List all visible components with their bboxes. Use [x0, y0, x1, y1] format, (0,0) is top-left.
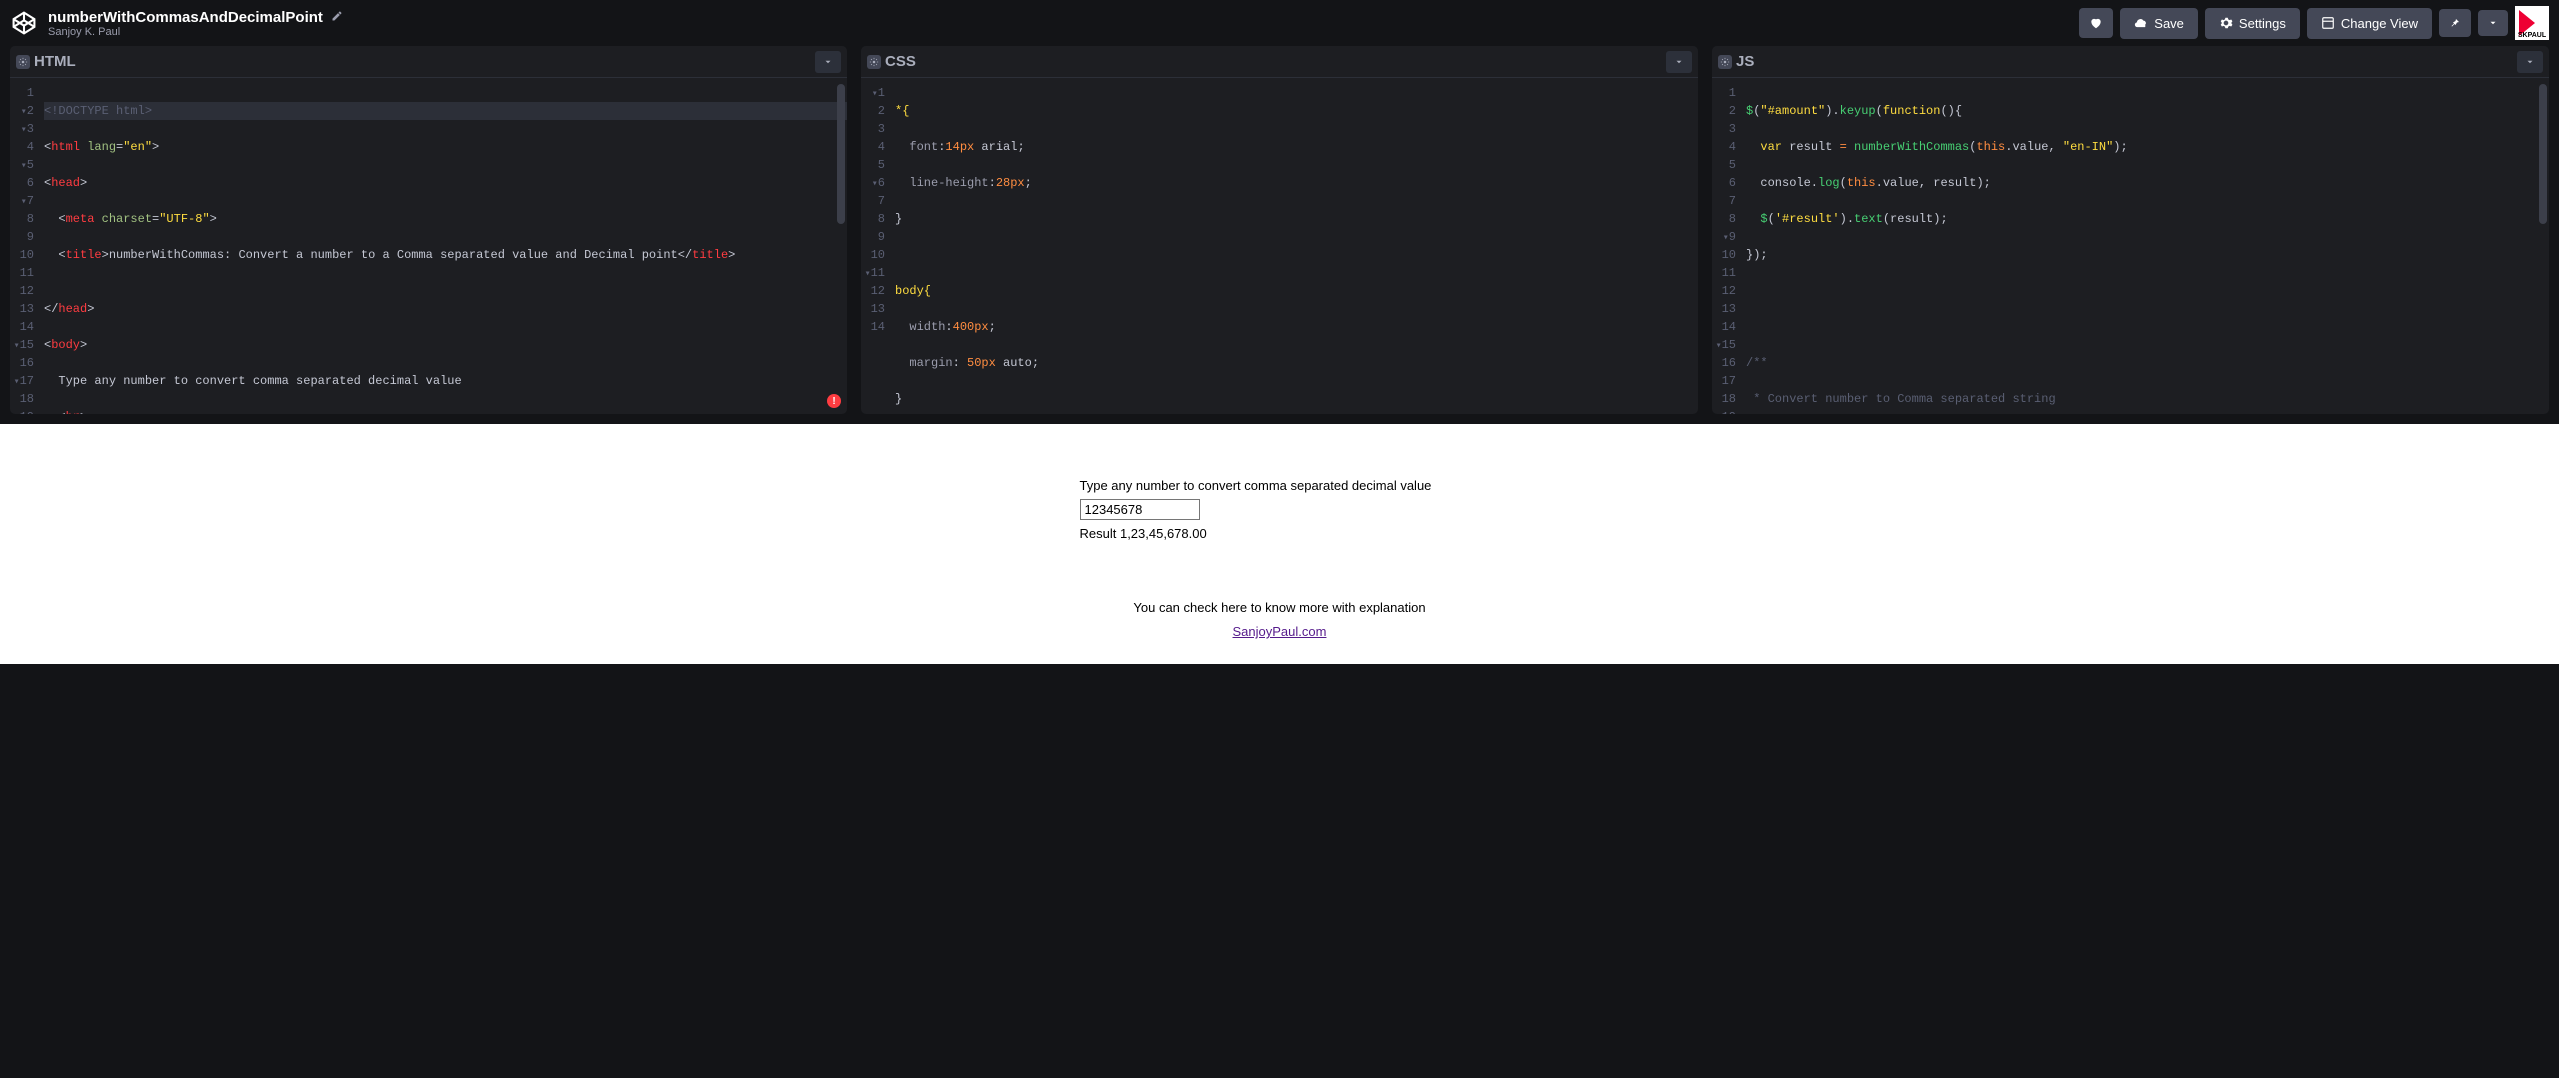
header-actions: Save Settings Change View SKPAUL	[2079, 6, 2549, 40]
editors-row: HTML 1▾2▾34▾56▾7891011121314▾1516▾171819…	[0, 46, 2559, 424]
html-editor[interactable]: 1▾2▾34▾56▾7891011121314▾1516▾17181920 <!…	[10, 78, 847, 414]
codepen-logo-icon[interactable]	[10, 9, 38, 37]
preview-footer: You can check here to know more with exp…	[1080, 596, 1480, 644]
html-panel-header: HTML	[10, 46, 847, 78]
scrollbar-thumb[interactable]	[837, 84, 845, 224]
error-badge-icon[interactable]: !	[827, 394, 841, 408]
pen-author[interactable]: Sanjoy K. Paul	[48, 26, 343, 38]
css-collapse-button[interactable]	[1666, 51, 1692, 73]
save-button[interactable]: Save	[2120, 8, 2198, 39]
css-panel-title: CSS	[885, 53, 916, 70]
result-label: Result	[1080, 526, 1120, 541]
css-gutter: ▾12345▾678910▾11121314	[861, 78, 893, 414]
user-avatar[interactable]: SKPAUL	[2515, 6, 2549, 40]
preview-pane: Type any number to convert comma separat…	[0, 424, 2559, 664]
html-panel-title: HTML	[34, 53, 76, 70]
scrollbar-thumb[interactable]	[2539, 84, 2547, 224]
title-block: numberWithCommasAndDecimalPoint Sanjoy K…	[48, 9, 343, 38]
js-panel: JS 12345678▾91011121314▾15161718192021 $…	[1712, 46, 2549, 414]
js-gutter: 12345678▾91011121314▾15161718192021	[1712, 78, 1744, 414]
html-settings-icon[interactable]	[16, 55, 30, 69]
footer-text: You can check here to know more with exp…	[1133, 600, 1425, 615]
css-code[interactable]: *{ font:14px arial; line-height:28px; } …	[893, 78, 1698, 414]
js-panel-header: JS	[1712, 46, 2549, 78]
settings-button[interactable]: Settings	[2205, 8, 2300, 39]
pin-button[interactable]	[2439, 9, 2471, 37]
js-settings-icon[interactable]	[1718, 55, 1732, 69]
footer-link[interactable]: SanjoyPaul.com	[1233, 624, 1327, 639]
js-editor[interactable]: 12345678▾91011121314▾15161718192021 $("#…	[1712, 78, 2549, 414]
save-label: Save	[2154, 16, 2184, 31]
css-editor[interactable]: ▾12345▾678910▾11121314 *{ font:14px aria…	[861, 78, 1698, 414]
js-code[interactable]: $("#amount").keyup(function(){ var resul…	[1744, 78, 2549, 414]
edit-title-icon[interactable]	[331, 10, 343, 25]
love-button[interactable]	[2079, 8, 2113, 38]
js-panel-title: JS	[1736, 53, 1754, 70]
app-header: numberWithCommasAndDecimalPoint Sanjoy K…	[0, 0, 2559, 46]
preview-prompt: Type any number to convert comma separat…	[1080, 478, 1432, 493]
settings-label: Settings	[2239, 16, 2286, 31]
css-panel: CSS ▾12345▾678910▾11121314 *{ font:14px …	[861, 46, 1698, 414]
change-view-label: Change View	[2341, 16, 2418, 31]
amount-input[interactable]	[1080, 499, 1200, 520]
change-view-button[interactable]: Change View	[2307, 8, 2432, 39]
css-settings-icon[interactable]	[867, 55, 881, 69]
avatar-label: SKPAUL	[2515, 32, 2549, 39]
html-panel: HTML 1▾2▾34▾56▾7891011121314▾1516▾171819…	[10, 46, 847, 414]
result-value: 1,23,45,678.00	[1120, 526, 1207, 541]
css-panel-header: CSS	[861, 46, 1698, 78]
html-collapse-button[interactable]	[815, 51, 841, 73]
html-gutter: 1▾2▾34▾56▾7891011121314▾1516▾17181920	[10, 78, 42, 414]
html-code[interactable]: <!DOCTYPE html> <html lang="en"> <head> …	[42, 78, 847, 414]
js-collapse-button[interactable]	[2517, 51, 2543, 73]
pen-title[interactable]: numberWithCommasAndDecimalPoint	[48, 9, 323, 26]
more-menu-button[interactable]	[2478, 10, 2508, 36]
